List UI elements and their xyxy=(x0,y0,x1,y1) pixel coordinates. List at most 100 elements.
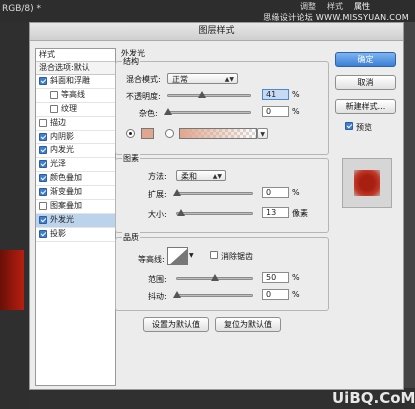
contour-curve-icon xyxy=(168,248,187,264)
sidebar-item-checkbox[interactable] xyxy=(39,215,47,224)
glow-color-swatch[interactable] xyxy=(141,128,154,139)
sidebar-item-label: 等高线 xyxy=(61,89,85,99)
technique-value: 柔和 xyxy=(181,172,197,181)
jitter-label: 抖动: xyxy=(148,292,167,301)
sidebar-item[interactable]: 外发光 xyxy=(36,213,115,228)
canvas-artwork xyxy=(0,250,24,310)
slider-thumb[interactable] xyxy=(210,274,219,281)
slider-thumb[interactable] xyxy=(197,91,206,98)
range-input[interactable]: 50 xyxy=(262,272,289,283)
noise-input[interactable]: 0 xyxy=(262,106,289,117)
cancel-button[interactable]: 取消 xyxy=(335,75,396,90)
sidebar-item[interactable]: 等高线 xyxy=(36,89,115,103)
structure-legend: 结构 xyxy=(122,56,140,67)
contour-picker[interactable] xyxy=(167,247,188,265)
slider-thumb[interactable] xyxy=(176,209,185,216)
bottom-logo: UiBQ.CoM xyxy=(332,389,415,407)
sidebar-item[interactable]: 纹理 xyxy=(36,103,115,117)
canvas-area xyxy=(0,22,29,409)
style-preview-thumbnail xyxy=(342,158,392,208)
structure-group: 结构 混合模式: 正常 ▲▼ 不透明度: 41 % 杂色: 0 % ▼ xyxy=(115,56,329,155)
sidebar-item-label: 内发光 xyxy=(50,145,74,155)
set-default-button[interactable]: 设置为默认值 xyxy=(143,317,209,332)
sidebar-item-checkbox[interactable] xyxy=(50,90,58,99)
technique-label: 方法: xyxy=(148,172,167,181)
spread-input[interactable]: 0 xyxy=(262,187,289,198)
opacity-input[interactable]: 41 xyxy=(262,89,289,100)
opacity-label: 不透明度: xyxy=(126,92,161,101)
jitter-input[interactable]: 0 xyxy=(262,289,289,300)
sidebar-item-checkbox[interactable] xyxy=(39,118,47,127)
sidebar-item-checkbox[interactable] xyxy=(39,229,47,238)
range-slider[interactable] xyxy=(176,274,253,281)
sidebar-item-checkbox[interactable] xyxy=(39,174,47,183)
sidebar-item-label: 纹理 xyxy=(61,103,77,113)
slider-thumb[interactable] xyxy=(173,291,181,298)
app-topbar: RGB/8) * 调整 样式 属性 思缘设计论坛 WWW.MISSYUAN.CO… xyxy=(0,0,415,22)
contour-label: 等高线: xyxy=(138,255,165,264)
sidebar-item-checkbox[interactable] xyxy=(39,202,47,211)
preview-label: 预览 xyxy=(356,123,372,132)
sidebar-item[interactable]: 内阴影 xyxy=(36,131,115,145)
sidebar-item-label: 颜色叠加 xyxy=(50,173,82,183)
sidebar-item[interactable]: 渐变叠加 xyxy=(36,186,115,201)
opacity-unit: % xyxy=(292,90,300,99)
spread-label: 扩展: xyxy=(148,190,167,199)
new-style-button[interactable]: 新建样式... xyxy=(335,99,396,114)
sidebar-item[interactable]: 光泽 xyxy=(36,158,115,173)
solid-color-radio[interactable] xyxy=(126,129,135,138)
noise-label: 杂色: xyxy=(139,109,158,118)
size-input[interactable]: 13 xyxy=(262,207,289,218)
sidebar-item-label: 投影 xyxy=(50,228,66,238)
blend-mode-label: 混合模式: xyxy=(126,75,161,84)
dropdown-arrow-icon: ▲▼ xyxy=(224,76,234,83)
sidebar-item[interactable]: 斜面和浮雕 xyxy=(36,75,115,89)
blend-mode-select[interactable]: 正常 ▲▼ xyxy=(167,73,238,84)
slider-thumb[interactable] xyxy=(173,189,181,196)
sidebar-item-label: 描边 xyxy=(50,117,66,127)
dropdown-arrow-icon: ▲▼ xyxy=(212,173,222,180)
gradient-dropdown[interactable]: ▼ xyxy=(257,128,268,139)
reset-default-button[interactable]: 复位为默认值 xyxy=(215,317,281,332)
sidebar-item[interactable]: 投影 xyxy=(36,228,115,242)
opacity-slider[interactable] xyxy=(167,91,251,98)
size-slider[interactable] xyxy=(176,209,253,216)
blend-options-item[interactable]: 混合选项:默认 xyxy=(36,62,115,75)
jitter-slider[interactable] xyxy=(173,291,253,298)
chevron-down-icon: ▼ xyxy=(260,131,265,138)
glow-gradient-swatch[interactable] xyxy=(179,128,257,139)
elements-group: 图素 方法: 柔和 ▲▼ 扩展: 0 % 大小: 13 像素 xyxy=(115,153,329,233)
sidebar-item-label: 渐变叠加 xyxy=(50,187,82,197)
sidebar-item-checkbox[interactable] xyxy=(50,104,58,113)
sidebar-item-checkbox[interactable] xyxy=(39,77,47,85)
size-label: 大小: xyxy=(148,210,167,219)
blend-mode-value: 正常 xyxy=(172,75,188,84)
sidebar-item[interactable]: 描边 xyxy=(36,117,115,131)
sidebar-item-checkbox[interactable] xyxy=(39,146,47,155)
style-list-header[interactable]: 样式 xyxy=(36,49,115,62)
sidebar-item[interactable]: 内发光 xyxy=(36,144,115,159)
sidebar-item[interactable]: 图案叠加 xyxy=(36,200,115,214)
ok-button[interactable]: 确定 xyxy=(335,52,396,67)
sidebar-item-checkbox[interactable] xyxy=(39,132,47,141)
range-label: 范围: xyxy=(148,275,167,284)
antialias-label: 消除锯齿 xyxy=(221,252,253,261)
quality-group: 品质 等高线: ▼ 消除锯齿 范围: 50 % 抖动: 0 % xyxy=(115,232,329,311)
technique-select[interactable]: 柔和 ▲▼ xyxy=(176,170,226,181)
spread-slider[interactable] xyxy=(173,189,253,196)
sidebar-item-label: 图案叠加 xyxy=(50,201,82,211)
noise-unit: % xyxy=(292,107,300,116)
preview-swatch xyxy=(354,170,380,196)
sidebar-item-checkbox[interactable] xyxy=(39,160,47,169)
noise-slider[interactable] xyxy=(164,108,251,115)
gradient-radio[interactable] xyxy=(165,129,174,138)
slider-thumb[interactable] xyxy=(164,108,172,115)
sidebar-item[interactable]: 颜色叠加 xyxy=(36,172,115,187)
preview-checkbox[interactable] xyxy=(345,122,353,130)
antialias-checkbox[interactable] xyxy=(210,251,218,259)
range-unit: % xyxy=(292,273,300,282)
contour-dropdown-icon[interactable]: ▼ xyxy=(189,252,194,259)
layer-style-dialog: 图层样式 样式 混合选项:默认 斜面和浮雕 等高线 纹理 描边 内阴影 内发光 光泽 颜色叠加… xyxy=(29,22,404,390)
sidebar-item-label: 外发光 xyxy=(50,214,74,224)
sidebar-item-checkbox[interactable] xyxy=(39,188,47,197)
